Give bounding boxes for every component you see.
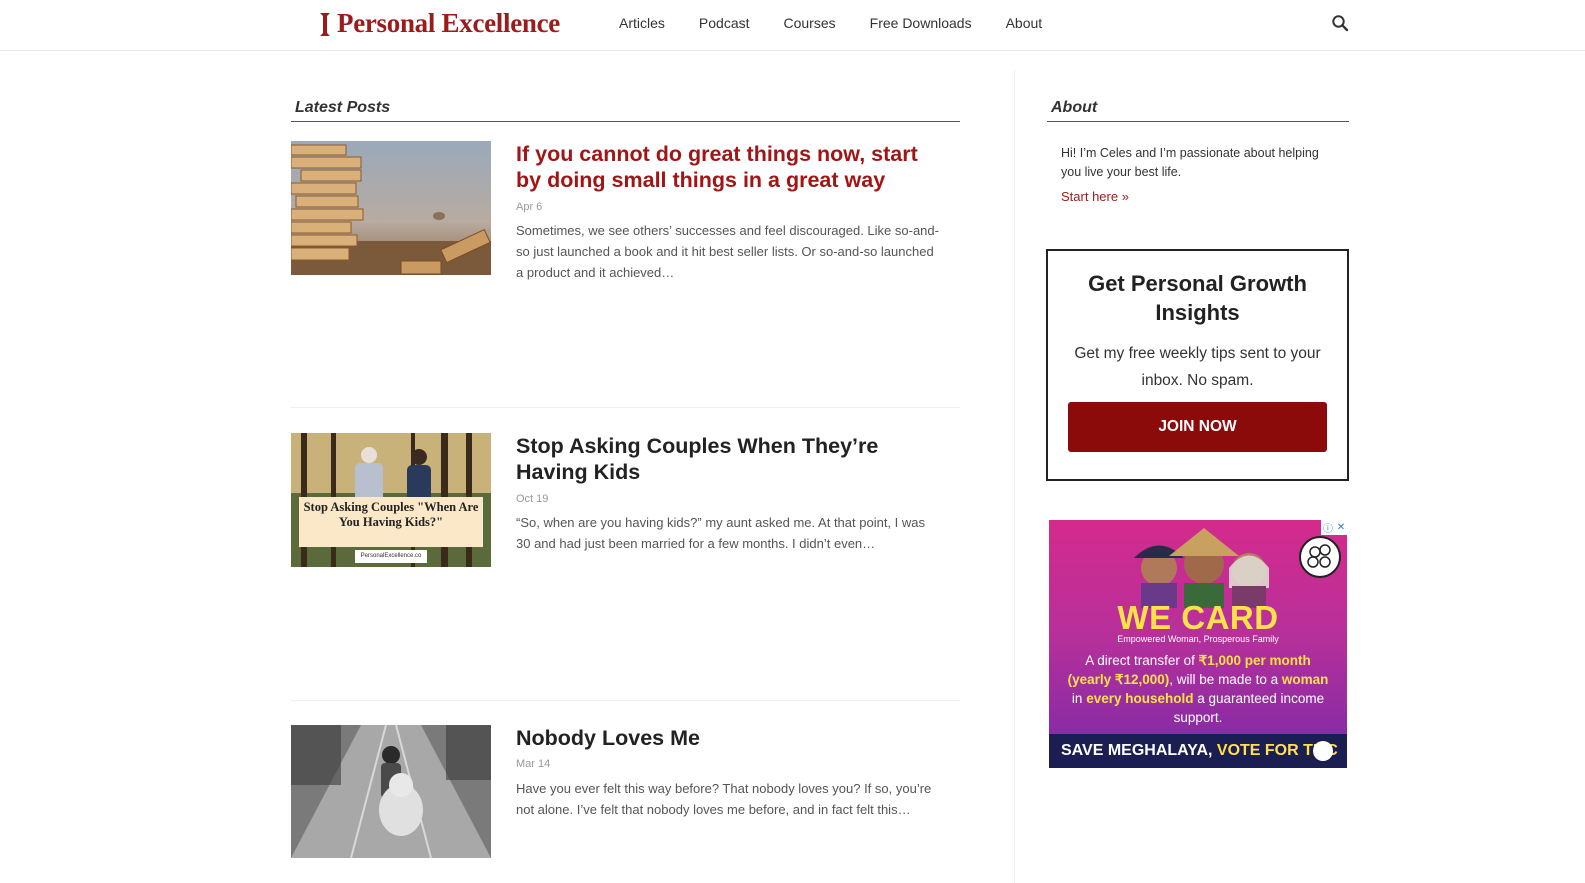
nav-podcast[interactable]: Podcast [682,15,767,31]
ad-body-text: A direct transfer of [1085,653,1199,668]
post-title-link[interactable]: Stop Asking Couples When They’re Having … [516,433,946,485]
thumbnail-site-label: PersonalExcellence.co [355,550,427,563]
latest-posts-heading: Latest Posts [295,99,391,116]
about-rule [1047,121,1349,122]
jenga-photo [291,141,491,275]
post-excerpt: “So, when are you having kids?” my aunt … [516,515,925,551]
post-thumbnail-nobody-loves-me[interactable] [291,725,491,858]
main-nav: Articles Podcast Courses Free Downloads … [602,0,1059,46]
start-here-link[interactable]: Start here » [1061,189,1129,204]
post-separator [291,407,960,408]
ad-body-text: in [1071,691,1087,706]
ad-info-icon[interactable]: ⓘ [1323,520,1333,535]
column-divider [1014,70,1015,883]
nav-free-downloads[interactable]: Free Downloads [853,15,989,31]
post-date: Oct 19 [516,493,549,505]
ad-choices-close[interactable]: ⓘ ✕ [1321,520,1347,535]
newsletter-signup-box: Get Personal Growth Insights Get my free… [1046,249,1349,481]
nav-about[interactable]: About [989,15,1060,31]
post-date: Apr 6 [516,201,543,213]
ad-body-text: , will be made to a [1169,672,1282,687]
signup-title: Get Personal Growth Insights [1088,271,1307,325]
site-header: Personal Excellence Articles Podcast Cou… [0,0,1585,51]
search-icon[interactable] [1331,14,1349,32]
ad-women-illustration [1134,528,1269,608]
post-excerpt: Have you ever felt this way before? That… [516,781,932,817]
child-teddy-photo [291,725,491,858]
ad-body-text: a guaranteed income support. [1173,691,1325,725]
logo-mark-icon [320,12,330,36]
logo-text: Personal Excellence [337,8,560,38]
post-thumbnail-couples[interactable]: Stop Asking Couples "When Are You Having… [291,433,491,567]
ad-footer: SAVE MEGHALAYA, VOTE FOR TMC [1049,734,1347,768]
post-title-link[interactable]: If you cannot do great things now, start… [516,141,946,193]
site-logo[interactable]: Personal Excellence [318,8,560,39]
post-title-link[interactable]: Nobody Loves Me [516,725,946,751]
about-heading: About [1051,99,1098,116]
ad-body-highlight: woman [1281,672,1329,687]
nav-courses[interactable]: Courses [767,15,853,31]
about-text: Hi! I’m Celes and I’m passionate about h… [1061,146,1319,179]
signup-text: Get my free weekly tips sent to your inb… [1074,345,1321,389]
post-thumbnail-jenga[interactable] [291,141,491,275]
ad-party-logo [1299,536,1341,578]
ad-tagline: Empowered Woman, Prosperous Family [1117,634,1279,644]
ad-close-icon[interactable]: ✕ [1337,522,1345,533]
post-date: Mar 14 [516,758,551,770]
latest-posts-rule [291,121,960,122]
advertisement-banner[interactable]: ⓘ ✕ WE CARD Empowered Woman, Prosperous … [1049,520,1347,768]
thumbnail-caption: Stop Asking Couples "When Are You Having… [299,497,483,547]
ad-body: A direct transfer of ₹1,000 per month (y… [1063,651,1333,727]
post-excerpt: Sometimes, we see others’ successes and … [516,223,939,280]
ad-footer-logo-icon [1313,741,1333,761]
ad-footer-text: SAVE MEGHALAYA, [1061,742,1217,759]
join-now-button[interactable]: JOIN NOW [1068,402,1327,452]
post-separator [291,700,960,701]
nav-articles[interactable]: Articles [602,15,682,31]
ad-headline: WE CARD [1117,599,1279,636]
ad-body-highlight: every household [1086,691,1194,706]
